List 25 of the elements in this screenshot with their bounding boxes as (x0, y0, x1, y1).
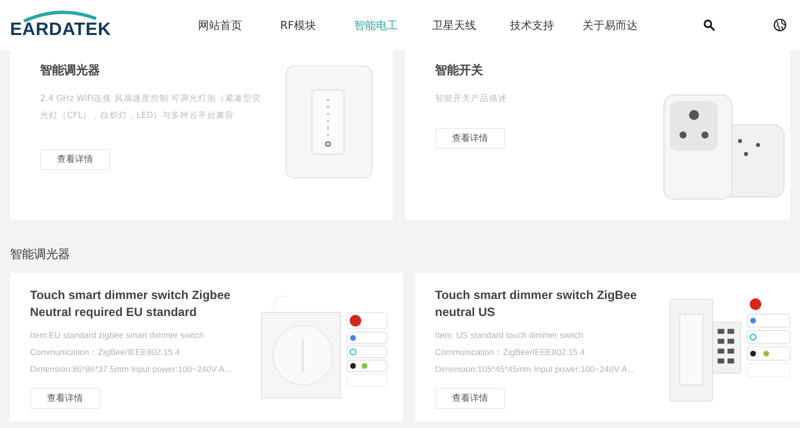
product-spec: Item:EU standard zigbee smart dimmer switch (30, 329, 204, 342)
details-button[interactable]: 查看详情 (40, 149, 110, 170)
search-icon[interactable] (703, 19, 716, 31)
section-heading: 智能调光器 (9, 246, 71, 263)
product-description: 智能开关产品描述 (435, 93, 507, 106)
nav-link[interactable]: 技术支持 (493, 18, 572, 32)
product-description: 2.4 GHz WiFi连接 风扇速度控制 可调光灯泡（紧凑型荧光灯（CFL），白炽灯，LED）与多种云平台兼容 (40, 92, 262, 123)
product-spec: Communication：ZigBee/IEEE802.15.4 (30, 346, 180, 359)
nav-link[interactable]: 网站首页 (181, 18, 260, 32)
product-spec: Item: US standard touch dimmer switch (435, 329, 584, 342)
product-spec: Dimension:105*45*45mm Input power:100~240V A... (435, 363, 634, 376)
globe-icon[interactable] (773, 18, 787, 32)
nav-link[interactable]: 关于易而达 (571, 18, 650, 32)
details-button[interactable]: 查看详情 (435, 128, 505, 149)
product-spec: Dimension:86*86*37.5mm Input power:100~240V A... (30, 363, 232, 376)
product-title: 智能开关 (435, 62, 483, 79)
details-button[interactable]: 查看详情 (435, 388, 505, 409)
product-title: Touch smart dimmer switch Zigbee Neutral required EU standard (30, 287, 232, 321)
company-logo[interactable]: EARDATEK (10, 10, 112, 38)
product-title: Touch smart dimmer switch ZigBee neutral US (435, 287, 638, 321)
details-button[interactable]: 查看详情 (30, 388, 100, 409)
nav-link[interactable]: RF模块 (259, 18, 338, 32)
product-spec: Communication：ZigBee/IEEE802.15.4 (435, 346, 585, 359)
product-title: 智能调光器 (40, 62, 100, 79)
nav-link[interactable]: 卫星天线 (415, 18, 494, 32)
